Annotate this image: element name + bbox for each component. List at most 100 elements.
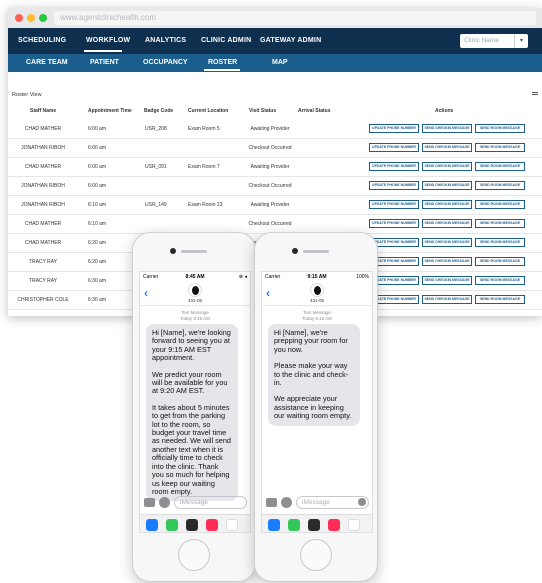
minimize-window-button[interactable] <box>27 14 35 22</box>
update-phone-number-button[interactable]: UPDATE PHONE NUMBER <box>369 162 419 171</box>
roster-title: Roster View <box>12 92 42 98</box>
chevron-down-icon[interactable]: ▾ <box>514 34 528 48</box>
visit-status-cell: Awaiting Provider <box>250 202 290 208</box>
column-header-badge: Badge Code <box>144 108 174 114</box>
appointment-time-cell: 6:30 am <box>88 297 107 303</box>
tab-occupancy[interactable]: OCCUPANCY <box>143 54 188 72</box>
app-store-icon[interactable] <box>159 497 170 508</box>
send-checkin-message-button[interactable]: SEND CHECKIN MESSAGE <box>422 124 472 133</box>
clinic-select[interactable]: Clinic Name ▾ <box>460 34 528 48</box>
appointment-time-cell: 6:00 am <box>88 145 107 151</box>
message-paragraph: We appreciate your assistance in keeping… <box>274 394 352 421</box>
close-window-button[interactable] <box>15 14 23 22</box>
camera-icon[interactable] <box>144 498 155 507</box>
send-room-message-button[interactable]: SEND ROOM MESSAGE <box>475 219 525 228</box>
table-row: CHAD MATHER 6:00 am USR_091 Exam Room 7 Awai… <box>8 158 542 177</box>
heart-icon[interactable] <box>308 519 320 531</box>
visit-status-cell: Checkout Occurred <box>248 145 292 151</box>
send-room-message-button[interactable]: SEND ROOM MESSAGE <box>475 200 525 209</box>
current-location-cell: Exam Room 7 <box>188 164 220 170</box>
send-checkin-message-button[interactable]: SEND CHECKIN MESSAGE <box>422 238 472 247</box>
tab-care-team[interactable]: CARE TEAM <box>26 54 68 72</box>
app-store-icon[interactable] <box>281 497 292 508</box>
appointment-time-cell: 6:30 am <box>88 278 107 284</box>
send-room-message-button[interactable]: SEND ROOM MESSAGE <box>475 181 525 190</box>
table-row: CHAD MATHER 6:00 am USR_208 Exam Room 5 Awai… <box>8 120 542 139</box>
heart-icon[interactable] <box>186 519 198 531</box>
nav-item-gateway-admin[interactable]: GATEWAY ADMIN <box>260 28 321 54</box>
address-bar[interactable]: www.agentclinichealth.com <box>54 11 536 25</box>
update-phone-number-button[interactable]: UPDATE PHONE NUMBER <box>369 124 419 133</box>
send-checkin-message-button[interactable]: SEND CHECKIN MESSAGE <box>422 200 472 209</box>
table-row: JONATHAN RIBOH 6:10 am USR_149 Exam Room 23… <box>8 196 542 215</box>
send-checkin-message-button[interactable]: SEND CHECKIN MESSAGE <box>422 295 472 304</box>
message-paragraph: We predict your room will be available f… <box>152 369 228 396</box>
app-tray <box>140 514 250 532</box>
send-room-message-button[interactable]: SEND ROOM MESSAGE <box>475 276 525 285</box>
app-store-icon[interactable] <box>268 519 280 531</box>
column-header-visit-status: Visit Status <box>249 108 277 114</box>
contact-avatar[interactable] <box>188 283 202 297</box>
send-checkin-message-button[interactable]: SEND CHECKIN MESSAGE <box>422 143 472 152</box>
camera-icon[interactable] <box>266 498 277 507</box>
sticker-icon[interactable] <box>288 519 300 531</box>
nav-item-clinic-admin[interactable]: CLINIC ADMIN <box>201 28 251 54</box>
battery-indicator: 100% <box>356 274 369 280</box>
staff-name-cell: CHRISTOPHER COLE <box>17 297 69 303</box>
message-timestamp: Today 8:45 AM <box>180 315 210 321</box>
send-room-message-button[interactable]: SEND ROOM MESSAGE <box>475 238 525 247</box>
send-room-message-button[interactable]: SEND ROOM MESSAGE <box>475 124 525 133</box>
appointment-time-cell: 6:20 am <box>88 259 107 265</box>
column-header-time: Appointment Time <box>88 108 132 114</box>
nav-item-analytics[interactable]: ANALYTICS <box>145 28 186 54</box>
music-icon[interactable] <box>348 519 360 531</box>
staff-name-cell: TRACY RAY <box>28 259 58 265</box>
staff-name-cell: JONATHAN RIBOH <box>21 183 65 189</box>
send-room-message-button[interactable]: SEND ROOM MESSAGE <box>475 257 525 266</box>
active-tab-indicator <box>84 50 122 52</box>
table-header: Staff Name Appointment Time Badge Code C… <box>8 108 542 118</box>
update-phone-number-button[interactable]: UPDATE PHONE NUMBER <box>369 181 419 190</box>
sticker-icon[interactable] <box>166 519 178 531</box>
update-phone-number-button[interactable]: UPDATE PHONE NUMBER <box>369 200 419 209</box>
send-room-message-button[interactable]: SEND ROOM MESSAGE <box>475 143 525 152</box>
menu-icon[interactable] <box>532 92 538 95</box>
music-icon[interactable] <box>226 519 238 531</box>
home-button[interactable] <box>178 539 210 571</box>
front-camera <box>170 248 176 254</box>
app-store-icon[interactable] <box>146 519 158 531</box>
staff-name-cell: CHAD MATHER <box>24 240 62 246</box>
send-checkin-message-button[interactable]: SEND CHECKIN MESSAGE <box>422 162 472 171</box>
column-header-location: Current Location <box>188 108 229 114</box>
nav-item-scheduling[interactable]: SCHEDULING <box>18 28 66 54</box>
home-button[interactable] <box>300 539 332 571</box>
microphone-icon[interactable] <box>358 498 366 506</box>
staff-name-cell: JONATHAN RIBOH <box>21 202 65 208</box>
message-input[interactable]: iMessage <box>174 496 247 509</box>
send-room-message-button[interactable]: SEND ROOM MESSAGE <box>475 162 525 171</box>
update-phone-number-button[interactable]: UPDATE PHONE NUMBER <box>369 143 419 152</box>
phone-screen: Carrier 8:45 AM ⊕ ◂ ‹ 431-05 Text Messag… <box>139 271 251 533</box>
tab-map[interactable]: MAP <box>272 54 288 72</box>
contact-avatar[interactable] <box>310 283 324 297</box>
compose-bar: iMessage <box>143 496 247 510</box>
send-checkin-message-button[interactable]: SEND CHECKIN MESSAGE <box>422 219 472 228</box>
send-checkin-message-button[interactable]: SEND CHECKIN MESSAGE <box>422 276 472 285</box>
table-row: JONATHAN RIBOH 6:00 am Checkout Occurred UP… <box>8 139 542 158</box>
staff-name-cell: JONATHAN RIBOH <box>21 145 65 151</box>
staff-name-cell: TRACY RAY <box>28 278 58 284</box>
send-room-message-button[interactable]: SEND ROOM MESSAGE <box>475 295 525 304</box>
maximize-window-button[interactable] <box>39 14 47 22</box>
search-icon[interactable] <box>328 519 340 531</box>
tab-patient[interactable]: PATIENT <box>90 54 119 72</box>
search-icon[interactable] <box>206 519 218 531</box>
badge-code-cell: USR_091 <box>145 164 167 170</box>
send-checkin-message-button[interactable]: SEND CHECKIN MESSAGE <box>422 257 472 266</box>
table-row: JONATHAN RIBOH 6:00 am Checkout Occurred UP… <box>8 177 542 196</box>
column-header-staff: Staff Name <box>30 108 57 114</box>
message-paragraph: Hi [Name], we're prepping your room for … <box>274 328 348 354</box>
send-checkin-message-button[interactable]: SEND CHECKIN MESSAGE <box>422 181 472 190</box>
appointment-time-cell: 6:10 am <box>88 221 107 227</box>
header-divider <box>140 305 250 306</box>
update-phone-number-button[interactable]: UPDATE PHONE NUMBER <box>369 219 419 228</box>
